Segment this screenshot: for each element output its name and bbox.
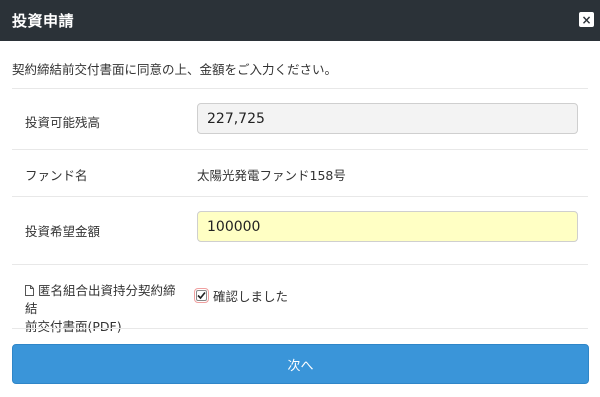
divider: [12, 88, 588, 89]
divider: [12, 149, 588, 150]
balance-label: 投資可能残高: [25, 115, 101, 130]
fund-name-label: ファンド名: [25, 168, 88, 183]
investment-application-modal: 投資申請 × 契約締結前交付書面に同意の上、金額をご入力ください。 投資可能残高…: [0, 0, 600, 397]
confirm-checkbox[interactable]: [194, 288, 209, 303]
document-link[interactable]: 匿名組合出資持分契約締結: [25, 283, 176, 316]
modal-header: 投資申請 ×: [0, 0, 600, 41]
document-icon: [25, 285, 34, 296]
intro-text: 契約締結前交付書面に同意の上、金額をご入力ください。: [12, 62, 338, 77]
amount-label: 投資希望金額: [25, 224, 101, 239]
fund-name-value: 太陽光発電ファンド158号: [197, 168, 346, 183]
close-button[interactable]: ×: [579, 12, 594, 27]
divider: [12, 264, 588, 265]
confirm-checkbox-group[interactable]: 確認しました: [194, 286, 289, 305]
next-button[interactable]: 次へ: [12, 344, 589, 384]
modal-title: 投資申請: [12, 12, 75, 30]
close-icon: ×: [581, 12, 592, 27]
check-icon: [197, 291, 206, 300]
divider: [12, 328, 588, 329]
confirm-checkbox-label: 確認しました: [213, 289, 289, 304]
balance-field: [197, 103, 578, 134]
divider: [12, 196, 588, 197]
document-label-line2: 前交付書面(PDF): [25, 319, 122, 334]
investment-amount-input[interactable]: [197, 211, 578, 242]
